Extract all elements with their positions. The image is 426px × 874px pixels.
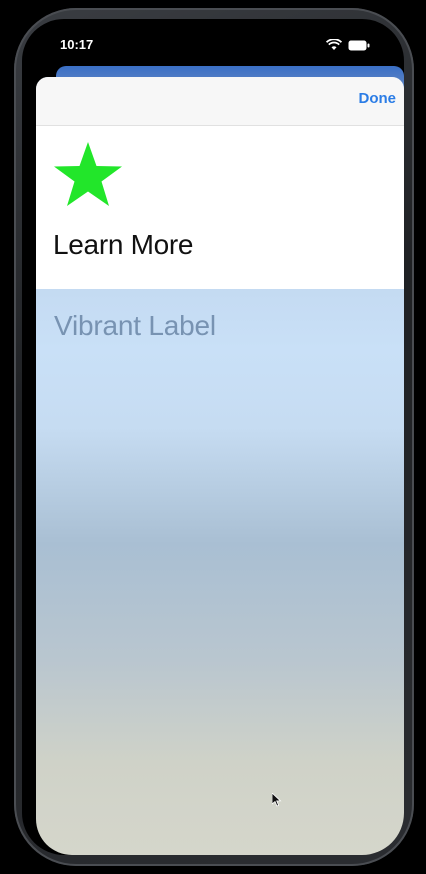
learn-more-title: Learn More (53, 229, 194, 260)
cursor-icon (271, 792, 282, 812)
modal-sheet: Done Learn More Vibrant Label (36, 77, 404, 855)
status-time: 10:17 (60, 37, 94, 52)
status-icons (326, 39, 370, 51)
vibrant-label: Vibrant Label (54, 310, 216, 341)
battery-icon (348, 40, 370, 51)
notch (120, 19, 330, 49)
phone-screen: 10:17 Done Learn More Vibrant Label (22, 19, 404, 855)
wifi-icon (326, 39, 342, 51)
navigation-bar: Done (36, 77, 404, 126)
done-button[interactable]: Done (359, 90, 397, 107)
header-panel: Learn More (36, 126, 404, 289)
star-icon (54, 142, 122, 213)
